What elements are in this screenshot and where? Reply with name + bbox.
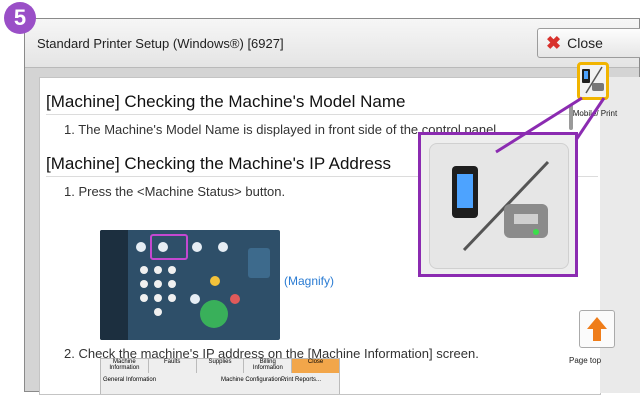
section-heading-ip-address: [Machine] Checking the Machine's IP Addr… — [46, 154, 392, 173]
log-in-out-button-image — [136, 242, 146, 252]
tab-supplies: Supplies — [197, 359, 245, 373]
mobile-print-icon — [582, 66, 604, 94]
page-top-label: Page top — [569, 356, 602, 365]
tab-machine-information: Machine Information — [101, 359, 149, 373]
control-panel-image — [100, 230, 280, 340]
keypad-key — [168, 266, 176, 274]
section-heading-model-name: [Machine] Checking the Machine's Model N… — [46, 92, 406, 111]
mobile-print-label: Mobile/ Print — [572, 109, 618, 118]
divider — [46, 114, 598, 115]
keypad-key — [154, 308, 162, 316]
close-label: Close — [567, 35, 603, 51]
keypad-key — [154, 294, 162, 302]
up-arrow-icon — [587, 317, 607, 341]
interrupt-button-image — [190, 294, 200, 304]
machine-information-screen-image: Machine Information Faults Supplies Bill… — [100, 358, 340, 394]
zoom-callout — [418, 132, 578, 277]
clear-all-button-image — [210, 276, 220, 286]
keypad-key — [168, 294, 176, 302]
stop-button-image — [230, 294, 240, 304]
machine-status-highlight — [150, 234, 188, 260]
tab-billing-information: Billing Information — [244, 359, 293, 373]
print-reports-button-image: Print Reports... — [281, 377, 322, 383]
window-title: Standard Printer Setup (Windows®) [6927] — [37, 36, 284, 51]
title-bar: Standard Printer Setup (Windows®) [6927]… — [25, 19, 640, 68]
magnify-link[interactable]: (Magnify) — [284, 274, 334, 288]
keypad-key — [154, 280, 162, 288]
keypad-key — [140, 294, 148, 302]
main-power-button-image — [248, 248, 270, 278]
tab-close: Close — [292, 359, 339, 373]
machine-status-button-image — [192, 242, 202, 252]
machine-configuration-button-image: Machine Configuration... — [221, 377, 287, 383]
keypad-key — [140, 280, 148, 288]
page-top-button[interactable] — [579, 310, 615, 348]
mobile-print-icon — [452, 160, 550, 252]
mobile-print-icon-enlarged — [429, 143, 569, 269]
step-press-machine-status: 1. Press the <Machine Status> button. — [64, 184, 286, 199]
keypad-key — [154, 266, 162, 274]
tab-faults: Faults — [149, 359, 197, 373]
touch-screen-image — [100, 230, 128, 340]
keypad-key — [168, 280, 176, 288]
close-button[interactable]: ✖ Close — [537, 28, 640, 58]
close-icon: ✖ — [546, 32, 562, 53]
start-button-image — [200, 300, 228, 328]
power-saver-button-image — [218, 242, 228, 252]
keypad-key — [140, 266, 148, 274]
mobile-print-button[interactable] — [577, 62, 609, 100]
step-badge: 5 — [4, 2, 36, 34]
